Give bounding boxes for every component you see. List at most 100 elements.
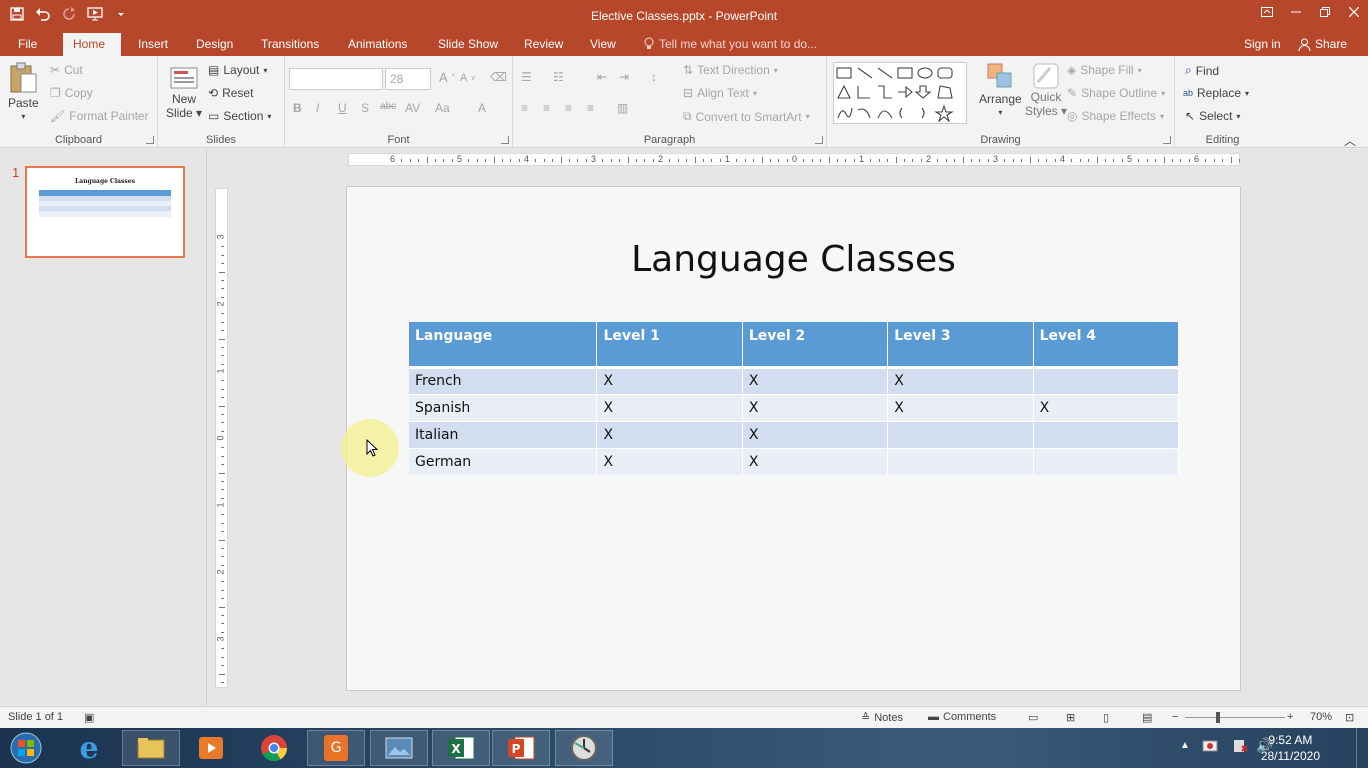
table-cell[interactable]: X: [596, 420, 743, 448]
strikethrough-icon[interactable]: abc: [380, 101, 396, 112]
find-button[interactable]: ⌕ Find: [1185, 63, 1219, 78]
tab-insert[interactable]: Insert: [128, 33, 178, 56]
bold-icon[interactable]: B: [293, 101, 302, 115]
format-painter-button[interactable]: 🖌 Format Painter: [50, 109, 149, 123]
table-cell[interactable]: X: [887, 366, 1034, 394]
minimize-icon[interactable]: [1281, 0, 1310, 24]
justify-icon[interactable]: ≡: [587, 101, 594, 115]
font-launcher-icon[interactable]: [501, 136, 509, 144]
replace-button[interactable]: ab Replace ▾: [1183, 86, 1249, 100]
sign-in-link[interactable]: Sign in: [1244, 37, 1281, 51]
increase-indent-icon[interactable]: ⇥: [619, 70, 629, 84]
table-cell[interactable]: German: [409, 447, 598, 475]
tab-slide-show[interactable]: Slide Show: [428, 33, 508, 56]
zoom-level[interactable]: 70%: [1310, 711, 1332, 723]
header-language[interactable]: Language: [409, 322, 598, 367]
vertical-ruler[interactable]: 3 2 1 0 1 2 3: [215, 188, 228, 688]
reading-view-icon[interactable]: ▯: [1103, 711, 1109, 724]
spell-check-icon[interactable]: ▣: [84, 711, 94, 724]
underline-icon[interactable]: U: [338, 101, 347, 115]
table-cell[interactable]: [887, 420, 1034, 448]
action-center-icon[interactable]: [1232, 738, 1248, 757]
table-cell[interactable]: X: [742, 366, 889, 394]
tab-animations[interactable]: Animations: [338, 33, 417, 56]
paragraph-launcher-icon[interactable]: [815, 136, 823, 144]
table-cell[interactable]: X: [887, 393, 1034, 421]
shape-outline-button[interactable]: ✎ Shape Outline ▾: [1067, 86, 1165, 100]
close-icon[interactable]: [1339, 0, 1368, 24]
comments-button[interactable]: ▬ Comments: [928, 711, 996, 723]
clear-formatting-icon[interactable]: ⌫: [490, 70, 507, 84]
table-cell[interactable]: X: [742, 393, 889, 421]
shadow-icon[interactable]: S: [361, 101, 369, 115]
zoom-slider[interactable]: [1185, 717, 1285, 718]
table-cell[interactable]: X: [596, 447, 743, 475]
language-table[interactable]: Language Level 1 Level 2 Level 3 Level 4…: [409, 322, 1180, 475]
shape-fill-button[interactable]: ◈ Shape Fill ▾: [1067, 63, 1142, 77]
paste-button[interactable]: Paste ▾: [8, 62, 39, 121]
show-desktop-button[interactable]: [1356, 728, 1368, 768]
table-cell[interactable]: [1033, 420, 1180, 448]
header-level-3[interactable]: Level 3: [887, 322, 1034, 367]
table-cell[interactable]: X: [742, 420, 889, 448]
share-button[interactable]: Share: [1298, 37, 1347, 51]
media-player-icon[interactable]: [182, 730, 240, 766]
clipboard-launcher-icon[interactable]: [146, 136, 154, 144]
slide-canvas[interactable]: Language Classes Language Level 1 Level …: [346, 186, 1241, 691]
quick-styles-button[interactable]: Quick Styles ▾: [1025, 62, 1067, 118]
table-cell[interactable]: Italian: [409, 420, 598, 448]
photo-viewer-icon[interactable]: [370, 730, 428, 766]
text-direction-button[interactable]: ⇅ Text Direction ▾: [683, 63, 778, 77]
internet-explorer-icon[interactable]: e: [60, 730, 118, 766]
table-cell[interactable]: Spanish: [409, 393, 598, 421]
arrange-button[interactable]: Arrange ▾: [979, 62, 1022, 117]
font-name-box[interactable]: [289, 68, 383, 90]
system-clock[interactable]: 9:52 AM 28/11/2020: [1261, 732, 1320, 764]
file-explorer-icon[interactable]: [122, 730, 180, 766]
tab-view[interactable]: View: [580, 33, 626, 56]
table-cell[interactable]: French: [409, 366, 598, 394]
network-icon[interactable]: [1202, 738, 1218, 757]
zoom-in-icon[interactable]: +: [1287, 711, 1293, 723]
shape-effects-button[interactable]: ◎ Shape Effects ▾: [1067, 109, 1164, 123]
copy-button[interactable]: ❐ Copy: [50, 86, 93, 100]
slide-sorter-icon[interactable]: ⊞: [1066, 711, 1075, 724]
show-hidden-icons[interactable]: ▲: [1180, 740, 1190, 751]
increase-font-icon[interactable]: A ^: [439, 70, 455, 85]
slide-show-icon[interactable]: ▤: [1142, 711, 1152, 724]
tab-file[interactable]: File: [8, 33, 47, 56]
table-cell[interactable]: [887, 447, 1034, 475]
select-button[interactable]: ↖ Select ▾: [1185, 109, 1240, 123]
font-size-box[interactable]: 28: [385, 68, 431, 90]
zoom-out-icon[interactable]: −: [1172, 711, 1178, 723]
pdf-app-icon[interactable]: G: [307, 730, 365, 766]
chrome-icon[interactable]: [245, 730, 303, 766]
slide-thumbnail[interactable]: Language Classes: [25, 166, 185, 258]
slide-title[interactable]: Language Classes: [347, 239, 1240, 280]
decrease-indent-icon[interactable]: ⇤: [597, 70, 607, 84]
align-left-icon[interactable]: ≡: [521, 101, 528, 115]
change-case-icon[interactable]: Aa: [435, 101, 450, 115]
table-cell[interactable]: X: [596, 366, 743, 394]
header-level-1[interactable]: Level 1: [596, 322, 743, 367]
new-slide-button[interactable]: New Slide ▾: [166, 62, 202, 120]
line-spacing-icon[interactable]: ↕: [651, 70, 657, 84]
start-button[interactable]: [0, 730, 52, 766]
numbering-icon[interactable]: ☷: [553, 70, 564, 84]
cut-button[interactable]: ✂ Cut: [50, 63, 83, 77]
tab-transitions[interactable]: Transitions: [251, 33, 329, 56]
bullets-icon[interactable]: ☰: [521, 70, 532, 84]
character-spacing-icon[interactable]: AV: [405, 101, 420, 115]
tab-design[interactable]: Design: [186, 33, 243, 56]
table-cell[interactable]: [1033, 366, 1180, 394]
align-right-icon[interactable]: ≡: [565, 101, 572, 115]
ribbon-display-options-icon[interactable]: [1252, 0, 1281, 24]
excel-icon[interactable]: X: [432, 730, 490, 766]
normal-view-icon[interactable]: ▭: [1028, 711, 1038, 724]
align-text-button[interactable]: ⊟ Align Text ▾: [683, 86, 757, 100]
slide-thumbnail-panel[interactable]: 1 Language Classes: [0, 150, 207, 705]
shapes-gallery[interactable]: [833, 62, 967, 124]
convert-smartart-button[interactable]: ⧉ Convert to SmartArt ▾: [683, 109, 810, 124]
horizontal-ruler[interactable]: 6 5 4 3 2 1 0 1 2 3 4 5 6: [348, 153, 1240, 166]
fit-slide-icon[interactable]: ⊡: [1345, 711, 1354, 724]
